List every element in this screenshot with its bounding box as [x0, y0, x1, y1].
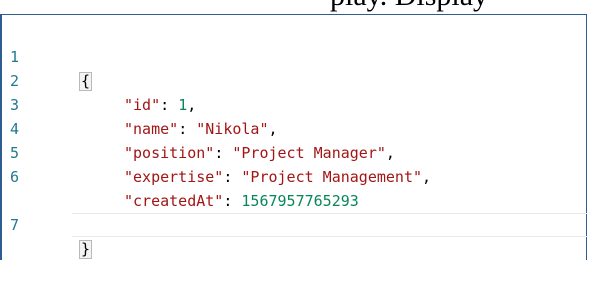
code-line-2: 2 "id": 1, — [2, 45, 587, 114]
line-number: 7 — [10, 216, 20, 234]
line-content: "createdAt": 1567957765293 — [124, 189, 359, 213]
top-strip: play. Display — [0, 0, 590, 14]
colon: : — [223, 192, 242, 210]
json-key: "createdAt" — [124, 192, 224, 210]
code-line-3: 3 "name": "Nikola", — [2, 69, 587, 138]
code-line-6: 6 "createdAt": 1567957765293 — [2, 141, 587, 210]
code-line-7: 7 } — [2, 165, 587, 259]
current-line-highlight — [72, 213, 587, 237]
code-line-4: 4 "position": "Project Manager", — [2, 93, 587, 162]
close-brace: } — [78, 240, 93, 259]
code-line-5: 5 "expertise": "Project Management", — [2, 117, 587, 186]
code-line-1: 1 { — [2, 21, 587, 91]
line-content: } — [78, 237, 93, 261]
top-strip-text: play. Display — [330, 0, 488, 11]
json-value: 1567957765293 — [241, 192, 359, 210]
editor-body[interactable]: 1 { 2 "id": 1, 3 "name": "Nikola", 4 "po… — [2, 21, 587, 259]
json-code-editor[interactable]: 1 { 2 "id": 1, 3 "name": "Nikola", 4 "po… — [0, 14, 587, 260]
